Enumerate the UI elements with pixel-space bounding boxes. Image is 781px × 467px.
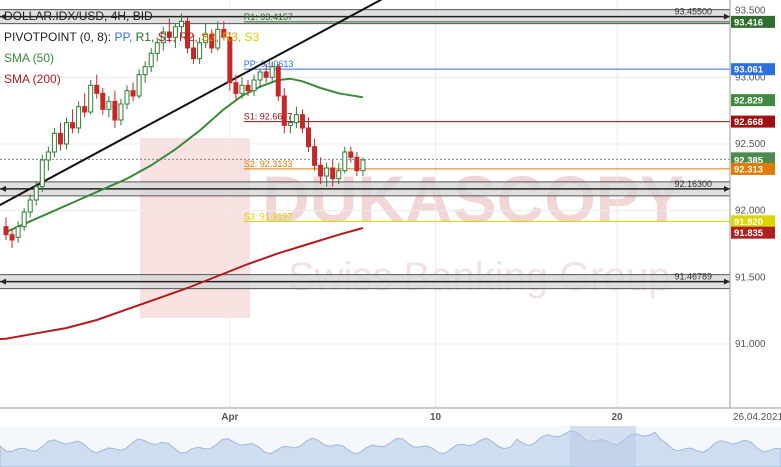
candle-body [118,103,124,121]
candle-body [124,90,130,105]
y-tick-label: 93.500 [735,6,766,17]
candle-body [94,84,100,94]
candle-body [88,84,94,113]
corner-date: 26.04.2021 [733,412,781,423]
zone-label: 92.16300 [674,179,712,189]
x-tick-label: Apr [221,412,238,423]
y-tick-label: 92.000 [735,206,766,217]
pivot-label: S2: 92.3133 [244,159,293,169]
candle-body [306,127,311,148]
candle-body [27,199,33,213]
candle-body [160,31,166,44]
candle-body [293,114,299,124]
candle-body [269,66,275,78]
y-tick-label: 91.500 [735,272,766,283]
candle-body [106,100,112,110]
x-tick-labels: Apr 10 20 [221,412,623,423]
candle-body [185,20,190,49]
candle-body [142,66,148,76]
watermark-logo-mark [140,138,250,318]
price-tag-text: 92.668 [734,117,763,128]
candle-body [336,170,342,180]
candle-body [15,226,21,238]
price-tag-text: 91.920 [734,217,763,228]
candle-body [354,156,360,172]
candle-body [64,122,69,145]
candle-body [312,146,318,166]
price-tag-text: 93.416 [734,17,763,28]
support-resistance-zones: 93.45500 92.16300 91.46789 [0,7,730,290]
candle-body [197,42,203,60]
candle-body [51,132,57,153]
candle-body [227,36,233,84]
candle-body [245,84,251,92]
candle-body [21,211,27,228]
candle-body [330,167,336,180]
candle-body [39,159,45,188]
candle-body [299,114,305,129]
price-chart[interactable]: DUKASCOPY Swiss Banking Group 93.45500 92… [0,0,781,467]
candle-body [166,31,172,38]
candle-body [239,84,245,94]
candle-body [136,74,142,97]
candle-body [233,82,239,94]
x-tick-label: 10 [430,412,442,423]
x-tick-label: 20 [611,412,623,423]
candle-body [275,66,281,97]
price-tag-text: 93.061 [734,65,764,76]
candle-body [45,151,51,161]
dukascopy-watermark: DUKASCOPY Swiss Banking Group [140,138,684,318]
candle-body [263,71,269,78]
zone-label: 93.45500 [674,7,712,17]
candle-body [348,151,354,158]
candle-body [172,26,178,38]
candle-body [215,28,221,49]
candle-body [281,95,287,126]
candle-body [33,186,39,201]
y-tick-label: 91.000 [735,339,766,350]
candle-body [178,20,184,28]
candle-body [57,132,63,145]
candle-body [3,226,9,236]
zone-label: 91.46789 [674,272,712,282]
candle-body [360,159,366,172]
candle-body [112,100,118,121]
candle-body [209,34,215,49]
candle-body [100,92,106,110]
navigator[interactable] [0,426,781,467]
candle-body [221,28,227,38]
price-tag-text: 92.829 [734,96,763,107]
y-tick-label: 92.500 [735,139,766,150]
candle-body [191,47,197,60]
candle-body [203,34,209,44]
candle-body [287,122,293,126]
pivot-label: S3: 91.9197 [244,211,293,221]
candle-body [154,42,160,54]
candle-body [257,71,263,81]
pivot-label: R1: 93.4157 [244,12,293,22]
candle-body [251,79,257,92]
candle-body [9,234,15,241]
candle-body [342,151,348,172]
candle-body [70,122,76,129]
candle-body [76,106,82,129]
candle-body [318,164,324,177]
candle-body [130,90,136,97]
candle-body [148,52,154,68]
navigator-window[interactable] [570,426,636,467]
candle-body [82,106,88,113]
price-tag-text: 92.313 [734,164,763,175]
candle-body [324,167,330,177]
price-tag-text: 91.835 [734,228,764,239]
